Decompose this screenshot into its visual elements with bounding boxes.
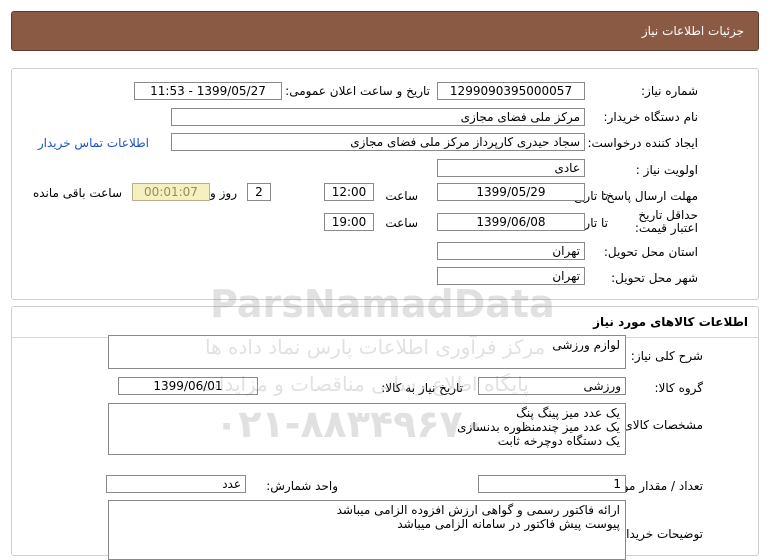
deadline-label: مهلت ارسال پاسخ: [602,189,698,203]
need-info-panel: شماره نیاز: 1299090395000057 تاریخ و ساع… [11,68,759,300]
need-number-field: 1299090395000057 [437,82,585,100]
validity-time-label: ساعت [385,216,418,230]
note-line: ارائه فاکتور رسمی و گواهی ارزش افزوده ال… [336,503,620,517]
buyer-org-field: مرکز ملی فضای مجازی [171,108,585,126]
need-number-label: شماره نیاز: [641,84,698,98]
city-field: تهران [437,267,585,285]
need-date-field: 1399/06/01 [118,377,258,395]
buyer-notes-field: ارائه فاکتور رسمی و گواهی ارزش افزوده ال… [108,500,626,560]
city-label: شهر محل تحویل: [611,271,698,285]
page-header: جزئیات اطلاعات نیاز [11,11,759,51]
spec-line: یک عدد میز چندمنظوره بدنسازی [457,420,620,434]
priority-field: عادی [437,159,585,177]
announce-label: تاریخ و ساعت اعلان عمومی: [285,84,430,98]
unit-field: عدد [106,475,246,493]
goods-section-title: اطلاعات کالاهای مورد نیاز [593,315,748,329]
deadline-time-field: 12:00 [324,183,374,201]
creator-field: سجاد حیدری کارپرداز مرکز ملی فضای مجازی [171,133,585,151]
group-field: ورزشی [478,377,626,395]
deadline-date-field: 1399/05/29 [437,183,585,201]
deadline-time-label: ساعت [385,189,418,203]
province-label: استان محل تحویل: [603,245,698,259]
note-line: پیوست پیش فاکتور در سامانه الزامی میباشد [397,517,620,531]
buyer-contact-link[interactable]: اطلاعات تماس خریدار [38,136,149,150]
summary-field: لوازم ورزشی [108,335,626,369]
qty-field: 1 [478,475,626,493]
unit-label: واحد شمارش: [266,479,338,493]
goods-info-panel: اطلاعات کالاهای مورد نیاز شرح کلی نیاز: … [11,306,759,560]
province-field: تهران [437,242,585,260]
validity-label: حداقل تاریخ اعتبار قیمت: [634,208,698,235]
buyer-org-label: نام دستگاه خریدار: [603,110,699,124]
validity-time-field: 19:00 [324,213,374,231]
spec-line: یک دستگاه دوچرخه ثابت [497,434,620,448]
summary-label: شرح کلی نیاز: [630,349,703,363]
summary-text: لوازم ورزشی [552,338,620,352]
days-label: روز و [210,186,237,200]
spec-line: یک عدد میز پینگ پنگ [516,406,620,420]
announce-field: 1399/05/27 - 11:53 [134,82,282,100]
creator-label: ایجاد کننده درخواست: [587,136,698,150]
page-title: جزئیات اطلاعات نیاز [641,24,744,38]
group-label: گروه کالا: [654,381,704,395]
need-date-label: تاریخ نیاز به کالا: [381,381,463,395]
days-field: 2 [247,183,271,201]
priority-label: اولویت نیاز : [635,163,698,177]
validity-date-field: 1399/06/08 [437,213,585,231]
specs-field: یک عدد میز پینگ پنگ یک عدد میز چندمنظوره… [108,403,626,455]
remaining-timer: 00:01:07 [132,183,210,201]
remaining-label: ساعت باقی مانده [32,186,122,200]
buyer-notes-label: توضیحات خریدار: [616,527,703,541]
